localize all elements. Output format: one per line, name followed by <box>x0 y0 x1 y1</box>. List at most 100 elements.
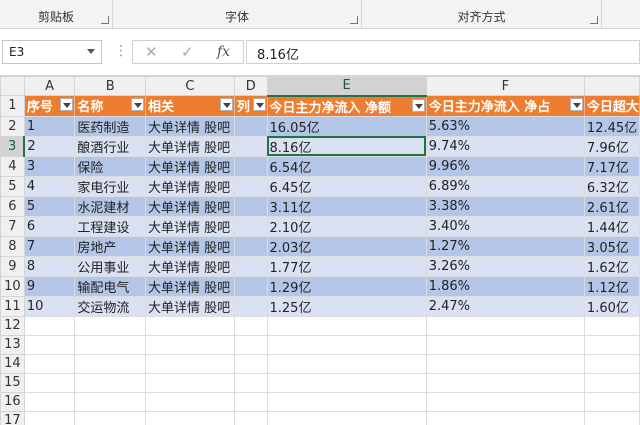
table-cell[interactable]: 大单详情 股吧 <box>145 216 235 237</box>
table-cell[interactable]: 输配电气 <box>74 276 146 297</box>
table-cell[interactable]: 9.74% <box>426 136 585 157</box>
table-cell[interactable]: 水泥建材 <box>74 196 146 217</box>
table-cell[interactable]: 3.40% <box>426 216 585 237</box>
header-cell[interactable]: 相关 <box>145 95 235 117</box>
row-header[interactable]: 3 <box>0 135 26 157</box>
table-cell[interactable]: 1.62亿 <box>584 256 640 277</box>
table-cell[interactable]: 12.45亿 <box>584 116 640 137</box>
empty-cell[interactable] <box>267 392 427 412</box>
table-cell[interactable]: 大单详情 股吧 <box>145 176 235 197</box>
table-cell[interactable]: 1.27% <box>426 236 585 257</box>
empty-cell[interactable] <box>145 373 235 393</box>
empty-cell[interactable] <box>145 411 235 425</box>
empty-cell[interactable] <box>584 316 640 336</box>
table-cell[interactable]: 1.25亿 <box>267 296 427 317</box>
table-cell[interactable]: 3.05亿 <box>584 236 640 257</box>
header-cell[interactable]: 名称 <box>74 95 146 117</box>
table-cell[interactable]: 大单详情 股吧 <box>145 136 235 157</box>
row-header[interactable]: 15 <box>0 372 25 393</box>
empty-cell[interactable] <box>584 411 640 425</box>
table-cell[interactable]: 8.16亿 <box>267 136 427 157</box>
empty-cell[interactable] <box>74 411 146 425</box>
table-cell[interactable]: 2.03亿 <box>267 236 427 257</box>
table-cell[interactable]: 1 <box>24 116 76 137</box>
table-cell[interactable]: 1.44亿 <box>584 216 640 237</box>
empty-cell[interactable] <box>24 411 76 425</box>
empty-cell[interactable] <box>234 392 268 412</box>
table-cell[interactable] <box>234 216 268 237</box>
table-cell[interactable]: 保险 <box>74 156 146 177</box>
empty-cell[interactable] <box>145 335 235 355</box>
row-header[interactable]: 16 <box>0 391 25 412</box>
row-header[interactable]: 2 <box>0 115 25 137</box>
table-cell[interactable]: 大单详情 股吧 <box>145 156 235 177</box>
table-cell[interactable]: 9 <box>24 276 76 297</box>
empty-cell[interactable] <box>234 316 268 336</box>
empty-cell[interactable] <box>584 354 640 374</box>
filter-dropdown-icon[interactable] <box>411 98 425 112</box>
table-cell[interactable]: 5 <box>24 196 76 217</box>
row-header[interactable]: 7 <box>0 215 25 237</box>
table-cell[interactable]: 6.32亿 <box>584 176 640 197</box>
table-cell[interactable]: 10 <box>24 296 76 317</box>
filter-dropdown-icon[interactable] <box>569 98 583 111</box>
select-all-corner[interactable] <box>0 76 25 96</box>
table-cell[interactable]: 大单详情 股吧 <box>145 256 235 277</box>
table-cell[interactable]: 2.10亿 <box>267 216 427 237</box>
empty-cell[interactable] <box>584 335 640 355</box>
table-cell[interactable]: 1.29亿 <box>267 276 427 297</box>
header-cell[interactable]: 今日主力净流入 净额 <box>267 95 427 117</box>
empty-cell[interactable] <box>24 373 76 393</box>
empty-cell[interactable] <box>74 373 146 393</box>
row-header[interactable]: 6 <box>0 195 25 217</box>
cancel-icon[interactable]: ✕ <box>145 43 158 61</box>
table-cell[interactable] <box>234 136 268 157</box>
row-header[interactable]: 12 <box>0 315 25 336</box>
table-cell[interactable]: 5.63% <box>426 116 585 137</box>
row-header[interactable]: 10 <box>0 275 25 297</box>
header-cell[interactable]: 列 <box>234 95 268 117</box>
filter-dropdown-icon[interactable] <box>252 98 266 111</box>
table-cell[interactable]: 房地产 <box>74 236 146 257</box>
enter-icon[interactable]: ✓ <box>181 43 194 61</box>
empty-cell[interactable] <box>234 354 268 374</box>
table-cell[interactable]: 3.26% <box>426 256 585 277</box>
table-cell[interactable]: 交运物流 <box>74 296 146 317</box>
row-header[interactable]: 11 <box>0 295 25 317</box>
empty-cell[interactable] <box>145 316 235 336</box>
table-cell[interactable]: 1.12亿 <box>584 276 640 297</box>
drag-handle-icon[interactable]: ⋮ <box>114 43 128 59</box>
empty-cell[interactable] <box>234 411 268 425</box>
empty-cell[interactable] <box>267 354 427 374</box>
table-cell[interactable]: 家电行业 <box>74 176 146 197</box>
empty-cell[interactable] <box>74 316 146 336</box>
table-cell[interactable]: 医药制造 <box>74 116 146 137</box>
empty-cell[interactable] <box>426 354 585 374</box>
table-cell[interactable]: 1.60亿 <box>584 296 640 317</box>
table-cell[interactable]: 3.38% <box>426 196 585 217</box>
table-cell[interactable]: 6.54亿 <box>267 156 427 177</box>
table-cell[interactable]: 6 <box>24 216 76 237</box>
empty-cell[interactable] <box>426 392 585 412</box>
worksheet-grid[interactable]: A B C D E F 1 序号 名称 相关 列 今日主力净流入 净额 今日主力净流入 净占… <box>0 76 640 425</box>
table-cell[interactable]: 3 <box>24 156 76 177</box>
row-header[interactable]: 13 <box>0 334 25 355</box>
row-header[interactable]: 1 <box>0 95 25 117</box>
empty-cell[interactable] <box>267 411 427 425</box>
empty-cell[interactable] <box>584 392 640 412</box>
table-cell[interactable]: 大单详情 股吧 <box>145 276 235 297</box>
table-cell[interactable]: 2 <box>24 136 76 157</box>
insert-function-icon[interactable]: fx <box>217 44 230 60</box>
empty-cell[interactable] <box>234 335 268 355</box>
column-header-g[interactable] <box>583 76 640 96</box>
table-cell[interactable] <box>234 256 268 277</box>
table-cell[interactable]: 酿酒行业 <box>74 136 146 157</box>
chevron-down-icon[interactable] <box>87 49 95 54</box>
empty-cell[interactable] <box>74 354 146 374</box>
row-header[interactable]: 8 <box>0 235 25 257</box>
empty-cell[interactable] <box>234 373 268 393</box>
table-cell[interactable] <box>234 236 268 257</box>
empty-cell[interactable] <box>426 316 585 336</box>
filter-dropdown-icon[interactable] <box>130 98 144 111</box>
table-cell[interactable]: 7.17亿 <box>584 156 640 177</box>
